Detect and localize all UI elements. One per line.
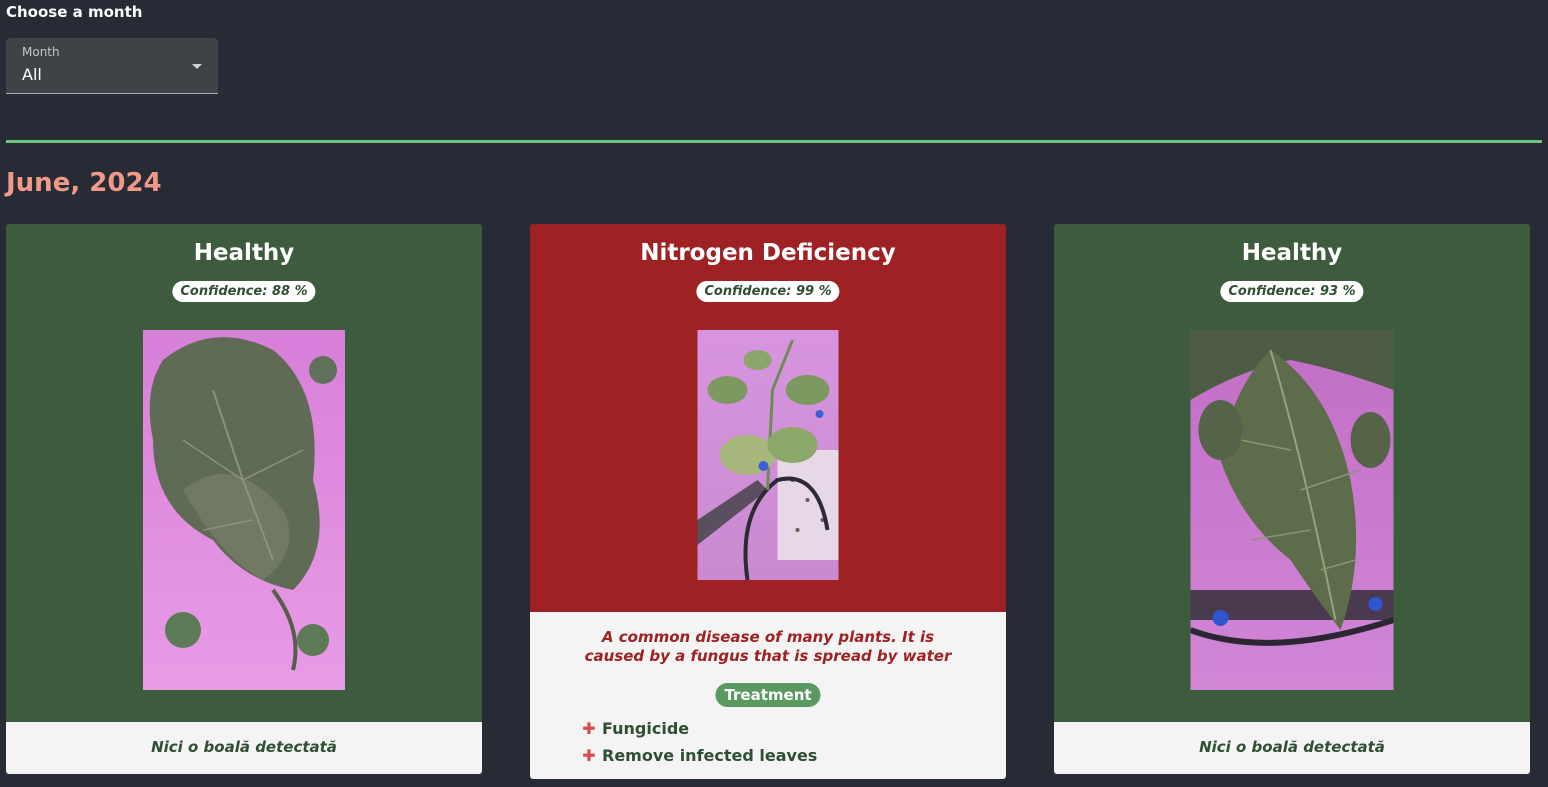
no-disease-text: Nici o boală detectată: [151, 738, 337, 756]
card-header: Healthy Confidence: 88 %: [6, 224, 482, 722]
month-filter-heading: Choose a month: [6, 3, 143, 21]
plant-photo: [1190, 330, 1394, 690]
confidence-badge: Confidence: 88 %: [172, 281, 316, 302]
treatment-label: Remove infected leaves: [602, 746, 818, 765]
card-header: Healthy Confidence: 93 %: [1054, 224, 1530, 722]
diagnosis-title: Healthy: [193, 240, 295, 266]
diagnosis-title: Nitrogen Deficiency: [640, 240, 896, 266]
month-select-value: All: [22, 65, 42, 84]
confidence-badge: Confidence: 99 %: [696, 281, 840, 302]
confidence-badge: Confidence: 93 %: [1220, 281, 1364, 302]
diagnosis-card-healthy-2: Healthy Confidence: 93 % Nici o boală de…: [1054, 224, 1530, 774]
section-divider: [6, 140, 1542, 143]
card-header: Nitrogen Deficiency Confidence: 99 %: [530, 224, 1006, 612]
treatment-list: ✚ Fungicide ✚ Remove infected leaves: [582, 715, 817, 769]
card-footer: Nici o boală detectată: [6, 722, 482, 774]
treatment-badge: Treatment: [715, 683, 821, 707]
month-section-title: June, 2024: [6, 168, 162, 198]
month-select[interactable]: Month All: [6, 38, 218, 94]
treatment-item: ✚ Remove infected leaves: [582, 742, 817, 769]
disease-description: A common disease of many plants. It is c…: [584, 628, 952, 665]
card-footer: Nici o boală detectată: [1054, 722, 1530, 774]
plant-photo: [697, 330, 839, 580]
plus-icon: ✚: [582, 719, 596, 738]
treatment-item: ✚ Fungicide: [582, 715, 817, 742]
plus-icon: ✚: [582, 746, 596, 765]
month-select-caption: Month: [22, 45, 60, 59]
diagnosis-card-healthy-1: Healthy Confidence: 88 % Nici o boală de…: [6, 224, 482, 774]
diagnosis-card-disease: Nitrogen Deficiency Confidence: 99 % A c…: [530, 224, 1006, 779]
treatment-label: Fungicide: [602, 719, 690, 738]
plant-photo: [143, 330, 345, 690]
no-disease-text: Nici o boală detectată: [1199, 738, 1385, 756]
card-footer: A common disease of many plants. It is c…: [530, 612, 1006, 779]
diagnosis-title: Healthy: [1241, 240, 1343, 266]
dropdown-arrow-icon[interactable]: [192, 64, 202, 69]
